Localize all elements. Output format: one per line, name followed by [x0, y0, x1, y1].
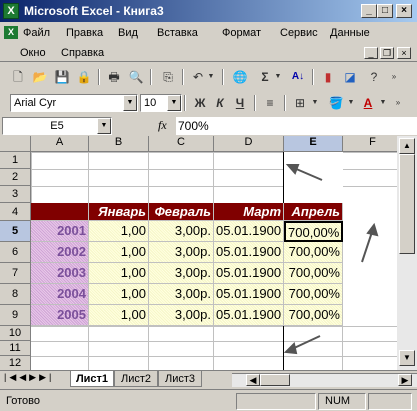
hyperlink-icon[interactable]: 🌐 [230, 68, 250, 86]
arrow-top-head [285, 164, 300, 175]
menu-window[interactable]: Окно [20, 47, 46, 59]
font-name-combo[interactable]: Arial Cyr ▼ [10, 94, 138, 112]
name-box-value: E5 [50, 120, 64, 132]
underline-button[interactable]: Ч [230, 94, 250, 112]
status-bar: Готово NUM [0, 389, 417, 411]
separator [284, 95, 286, 111]
close-button[interactable]: × [396, 4, 412, 18]
arrow-bottom-head [283, 342, 298, 355]
open-icon[interactable]: 📂 [30, 68, 50, 86]
scroll-right-icon[interactable]: ▶ [398, 374, 412, 386]
font-color-dropdown-icon[interactable]: ▼ [378, 94, 388, 112]
menu-data[interactable]: Данные [330, 27, 370, 39]
vertical-scrollbar[interactable]: ▲ ▼ [397, 136, 417, 370]
doc-restore-button[interactable]: ❐ [380, 47, 394, 59]
copy-icon[interactable]: ⎘ [158, 68, 178, 86]
tab-scroll-arrows-icon[interactable]: |◀◀▶▶| [4, 372, 54, 383]
scroll-down-icon[interactable]: ▼ [399, 350, 415, 366]
font-name-value: Arial Cyr [14, 97, 57, 109]
excel-app-icon[interactable]: X [3, 3, 19, 19]
font-size-value: 10 [144, 97, 157, 109]
toolbar-options-icon[interactable]: » [388, 68, 400, 86]
print-preview-icon[interactable]: 🔍 [126, 68, 146, 86]
tab-sheet2[interactable]: Лист2 [114, 371, 158, 387]
doc-minimize-button[interactable]: _ [364, 47, 378, 59]
title-bar: X Microsoft Excel - Книга3 _ □ × [0, 0, 417, 22]
num-lock-indicator: NUM [318, 393, 366, 410]
drawing-icon[interactable]: ◪ [340, 68, 360, 86]
hscroll-thumb[interactable] [260, 374, 290, 386]
fx-icon[interactable]: fx [158, 118, 167, 133]
arrow-right [361, 231, 373, 263]
horizontal-scrollbar[interactable]: ◀ ▶ [232, 373, 417, 387]
menu-view[interactable]: Вид [118, 27, 138, 39]
chart-wizard-icon[interactable]: ▮ [318, 68, 338, 86]
fill-dropdown-icon[interactable]: ▼ [346, 94, 356, 112]
worksheet-grid[interactable]: A B C D E F 1 2 3 4 5 6 7 8 9 10 11 12 Я… [0, 136, 397, 370]
chevron-down-icon[interactable]: ▼ [97, 118, 111, 134]
permission-icon[interactable]: 🔒 [74, 68, 94, 86]
menu-file[interactable]: Файл [23, 27, 50, 39]
help-icon[interactable]: ? [364, 68, 384, 86]
separator [254, 95, 256, 111]
scroll-left-icon[interactable]: ◀ [246, 374, 260, 386]
separator [312, 69, 314, 85]
scroll-up-icon[interactable]: ▲ [399, 138, 415, 154]
print-icon[interactable]: 🖶 [104, 68, 124, 86]
window-title: Microsoft Excel - Книга3 [24, 4, 164, 18]
bold-button[interactable]: Ж [190, 94, 210, 112]
minimize-button[interactable]: _ [361, 4, 377, 18]
separator [184, 95, 186, 111]
arrow-right-head [366, 222, 379, 237]
separator [150, 69, 152, 85]
formula-bar: E5 ▼ fx 700% [0, 116, 417, 136]
workbook-icon[interactable]: X [4, 26, 18, 39]
align-left-icon[interactable]: ≡ [260, 94, 280, 112]
new-icon[interactable]: 🗋 [8, 68, 28, 86]
annotation-arrows [283, 164, 379, 355]
fill-color-icon[interactable]: 🪣 [326, 94, 346, 112]
formatting-toolbar: Arial Cyr ▼ 10 ▼ Ж К Ч ≡ ⊞ ▼ 🪣 ▼ A ▼ » [0, 92, 417, 114]
menu-help[interactable]: Справка [61, 47, 104, 59]
save-icon[interactable]: 💾 [52, 68, 72, 86]
status-panel [368, 393, 412, 410]
separator [98, 69, 100, 85]
font-size-combo[interactable]: 10 ▼ [140, 94, 182, 112]
undo-dropdown-icon[interactable]: ▼ [206, 68, 216, 86]
italic-button[interactable]: К [210, 94, 230, 112]
menu-bar: X Файл Правка Вид Вставка Формат Сервис … [0, 22, 417, 62]
scroll-thumb[interactable] [399, 154, 415, 254]
autosum-icon[interactable]: Σ [255, 68, 275, 86]
name-box[interactable]: E5 ▼ [2, 117, 112, 135]
font-color-icon[interactable]: A [358, 94, 378, 112]
menu-tools[interactable]: Сервис [280, 27, 318, 39]
status-text: Готово [6, 395, 40, 407]
borders-icon[interactable]: ⊞ [290, 94, 310, 112]
arrow-bottom [291, 335, 321, 350]
tab-sheet3[interactable]: Лист3 [158, 371, 202, 387]
tab-sheet1[interactable]: Лист1 [70, 371, 114, 387]
menu-format[interactable]: Формат [222, 27, 261, 39]
borders-dropdown-icon[interactable]: ▼ [310, 94, 320, 112]
sort-ascending-icon[interactable]: A↓ [288, 68, 308, 86]
autosum-dropdown-icon[interactable]: ▼ [273, 68, 283, 86]
maximize-button[interactable]: □ [377, 4, 393, 18]
undo-icon[interactable]: ↶ [188, 68, 208, 86]
separator [182, 69, 184, 85]
menu-edit[interactable]: Правка [66, 27, 103, 39]
doc-close-button[interactable]: × [397, 47, 411, 59]
chevron-down-icon[interactable]: ▼ [123, 95, 137, 111]
standard-toolbar: 🗋 📂 💾 🔒 🖶 🔍 ⎘ ↶ ▼ 🌐 Σ ▼ A↓ ▮ ◪ ? » [0, 66, 417, 88]
arrow-top [293, 167, 323, 181]
sheet-tab-bar: |◀◀▶▶| Лист1 Лист2 Лист3 ◀ ▶ [0, 370, 417, 388]
status-panel [236, 393, 316, 410]
chevron-down-icon[interactable]: ▼ [167, 95, 181, 111]
toolbar-options-icon[interactable]: » [392, 94, 404, 112]
menu-insert[interactable]: Вставка [157, 27, 198, 39]
formula-input[interactable]: 700% [176, 117, 417, 135]
separator [222, 69, 224, 85]
